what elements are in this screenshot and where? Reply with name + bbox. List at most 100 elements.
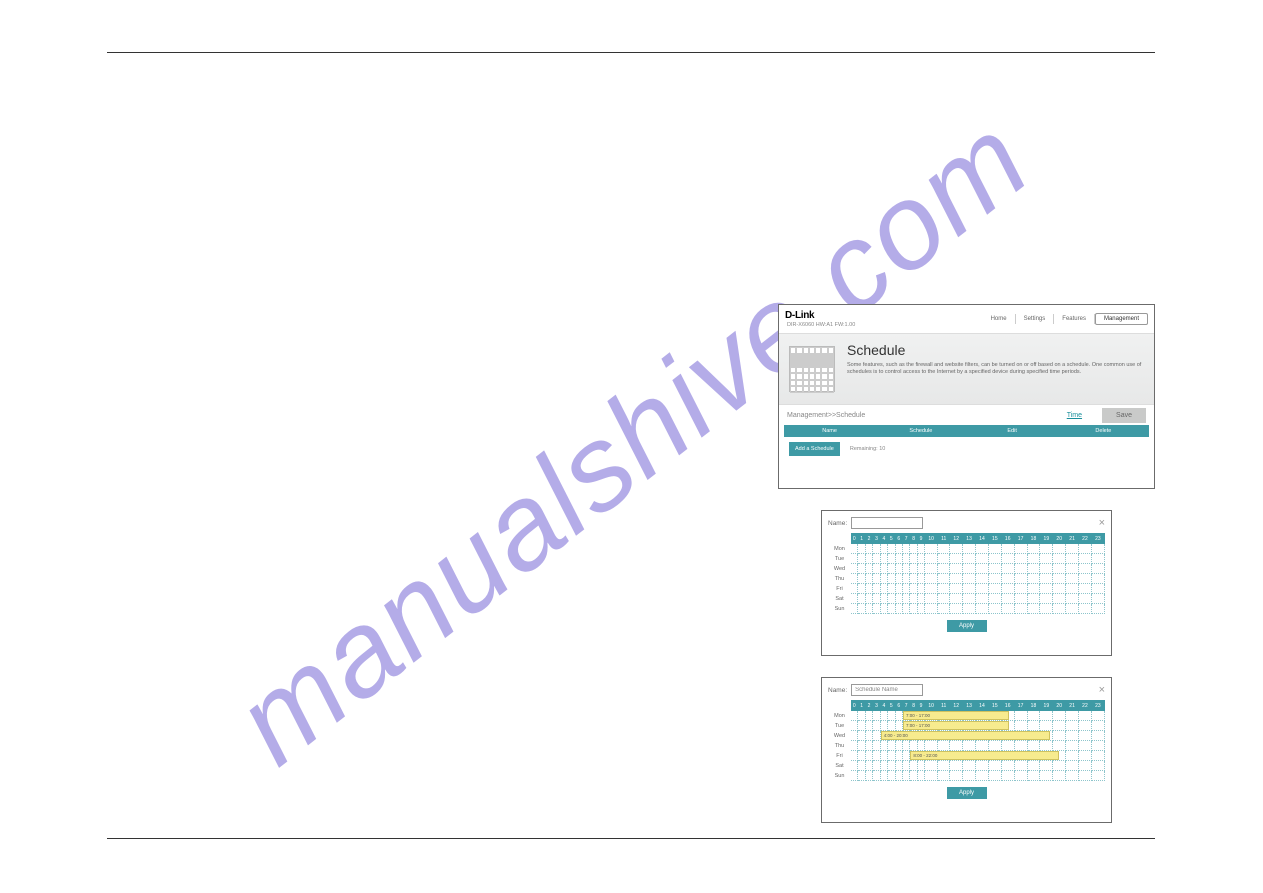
time-cell[interactable]	[865, 741, 872, 751]
time-cell[interactable]	[963, 554, 976, 564]
time-cell[interactable]	[1053, 751, 1066, 761]
time-cell[interactable]	[925, 741, 938, 751]
time-cell[interactable]	[963, 731, 976, 741]
time-cell[interactable]	[917, 731, 924, 741]
time-cell[interactable]	[1040, 721, 1053, 731]
time-cell[interactable]	[1027, 554, 1040, 564]
time-cell[interactable]	[1053, 761, 1066, 771]
time-grid[interactable]: 01234567891011121314151617181920212223 M…	[828, 533, 1105, 614]
time-cell[interactable]	[976, 604, 989, 614]
time-cell[interactable]	[895, 711, 902, 721]
time-cell[interactable]	[851, 721, 858, 731]
time-cell[interactable]	[976, 554, 989, 564]
time-cell[interactable]	[917, 594, 924, 604]
time-cell[interactable]	[917, 771, 924, 781]
time-cell[interactable]	[873, 761, 880, 771]
time-cell[interactable]	[1027, 721, 1040, 731]
schedule-name-input[interactable]	[851, 684, 923, 696]
time-cell[interactable]	[988, 761, 1001, 771]
time-cell[interactable]	[902, 544, 909, 554]
nav-features[interactable]: Features	[1054, 314, 1094, 324]
time-cell[interactable]	[865, 554, 872, 564]
time-cell[interactable]	[1001, 721, 1014, 731]
time-cell[interactable]	[1014, 564, 1027, 574]
time-cell[interactable]	[1066, 594, 1079, 604]
time-cell[interactable]	[851, 584, 858, 594]
time-link[interactable]: Time	[1053, 408, 1096, 423]
time-cell[interactable]	[917, 574, 924, 584]
time-cell[interactable]	[950, 771, 963, 781]
time-cell[interactable]	[1001, 564, 1014, 574]
time-cell[interactable]	[938, 711, 950, 721]
time-cell[interactable]	[851, 741, 858, 751]
time-cell[interactable]	[1079, 544, 1092, 554]
time-cell[interactable]	[873, 544, 880, 554]
time-cell[interactable]	[1014, 771, 1027, 781]
time-cell[interactable]	[1066, 544, 1079, 554]
time-cell[interactable]	[950, 564, 963, 574]
time-cell[interactable]	[1091, 564, 1104, 574]
time-cell[interactable]	[880, 554, 887, 564]
time-cell[interactable]	[976, 731, 989, 741]
time-cell[interactable]	[1040, 741, 1053, 751]
time-cell[interactable]	[1053, 574, 1066, 584]
time-cell[interactable]	[1001, 544, 1014, 554]
time-cell[interactable]	[888, 604, 895, 614]
time-cell[interactable]	[1027, 761, 1040, 771]
time-cell[interactable]	[1079, 564, 1092, 574]
time-cell[interactable]	[1040, 584, 1053, 594]
time-cell[interactable]	[1066, 604, 1079, 614]
time-cell[interactable]	[1091, 594, 1104, 604]
time-cell[interactable]	[902, 731, 909, 741]
time-cell[interactable]	[950, 594, 963, 604]
time-cell[interactable]	[950, 741, 963, 751]
time-cell[interactable]	[1027, 594, 1040, 604]
time-cell[interactable]	[858, 584, 865, 594]
time-cell[interactable]	[910, 574, 917, 584]
time-cell[interactable]	[950, 574, 963, 584]
time-cell[interactable]	[910, 564, 917, 574]
time-cell[interactable]	[858, 604, 865, 614]
time-cell[interactable]	[1014, 731, 1027, 741]
time-cell[interactable]	[865, 751, 872, 761]
time-cell[interactable]	[865, 721, 872, 731]
time-cell[interactable]	[1001, 711, 1014, 721]
time-cell[interactable]	[910, 771, 917, 781]
time-cell[interactable]	[1053, 554, 1066, 564]
time-cell[interactable]	[1066, 721, 1079, 731]
time-cell[interactable]	[902, 574, 909, 584]
time-cell[interactable]	[1091, 554, 1104, 564]
time-cell[interactable]	[1091, 771, 1104, 781]
time-cell[interactable]	[851, 751, 858, 761]
time-cell[interactable]	[925, 751, 938, 761]
time-cell[interactable]	[1040, 761, 1053, 771]
time-cell[interactable]	[917, 711, 924, 721]
time-cell[interactable]	[1066, 741, 1079, 751]
time-cell[interactable]	[858, 741, 865, 751]
time-cell[interactable]	[976, 761, 989, 771]
nav-management[interactable]: Management	[1095, 313, 1148, 325]
time-cell[interactable]	[910, 584, 917, 594]
time-cell[interactable]	[963, 594, 976, 604]
time-cell[interactable]	[950, 544, 963, 554]
time-cell[interactable]	[963, 574, 976, 584]
time-cell[interactable]	[988, 731, 1001, 741]
time-cell[interactable]	[938, 564, 950, 574]
time-cell[interactable]	[873, 584, 880, 594]
time-cell[interactable]	[851, 594, 858, 604]
time-cell[interactable]	[1053, 604, 1066, 614]
time-cell[interactable]	[988, 564, 1001, 574]
save-button[interactable]: Save	[1102, 408, 1146, 423]
time-cell[interactable]	[873, 751, 880, 761]
time-cell[interactable]	[1079, 554, 1092, 564]
time-cell[interactable]	[858, 751, 865, 761]
time-cell[interactable]	[851, 711, 858, 721]
time-cell[interactable]	[895, 564, 902, 574]
time-cell[interactable]	[851, 771, 858, 781]
time-cell[interactable]	[902, 584, 909, 594]
time-cell[interactable]	[888, 574, 895, 584]
time-cell[interactable]	[925, 554, 938, 564]
time-cell[interactable]	[988, 554, 1001, 564]
time-cell[interactable]	[938, 544, 950, 554]
time-cell[interactable]	[1014, 544, 1027, 554]
